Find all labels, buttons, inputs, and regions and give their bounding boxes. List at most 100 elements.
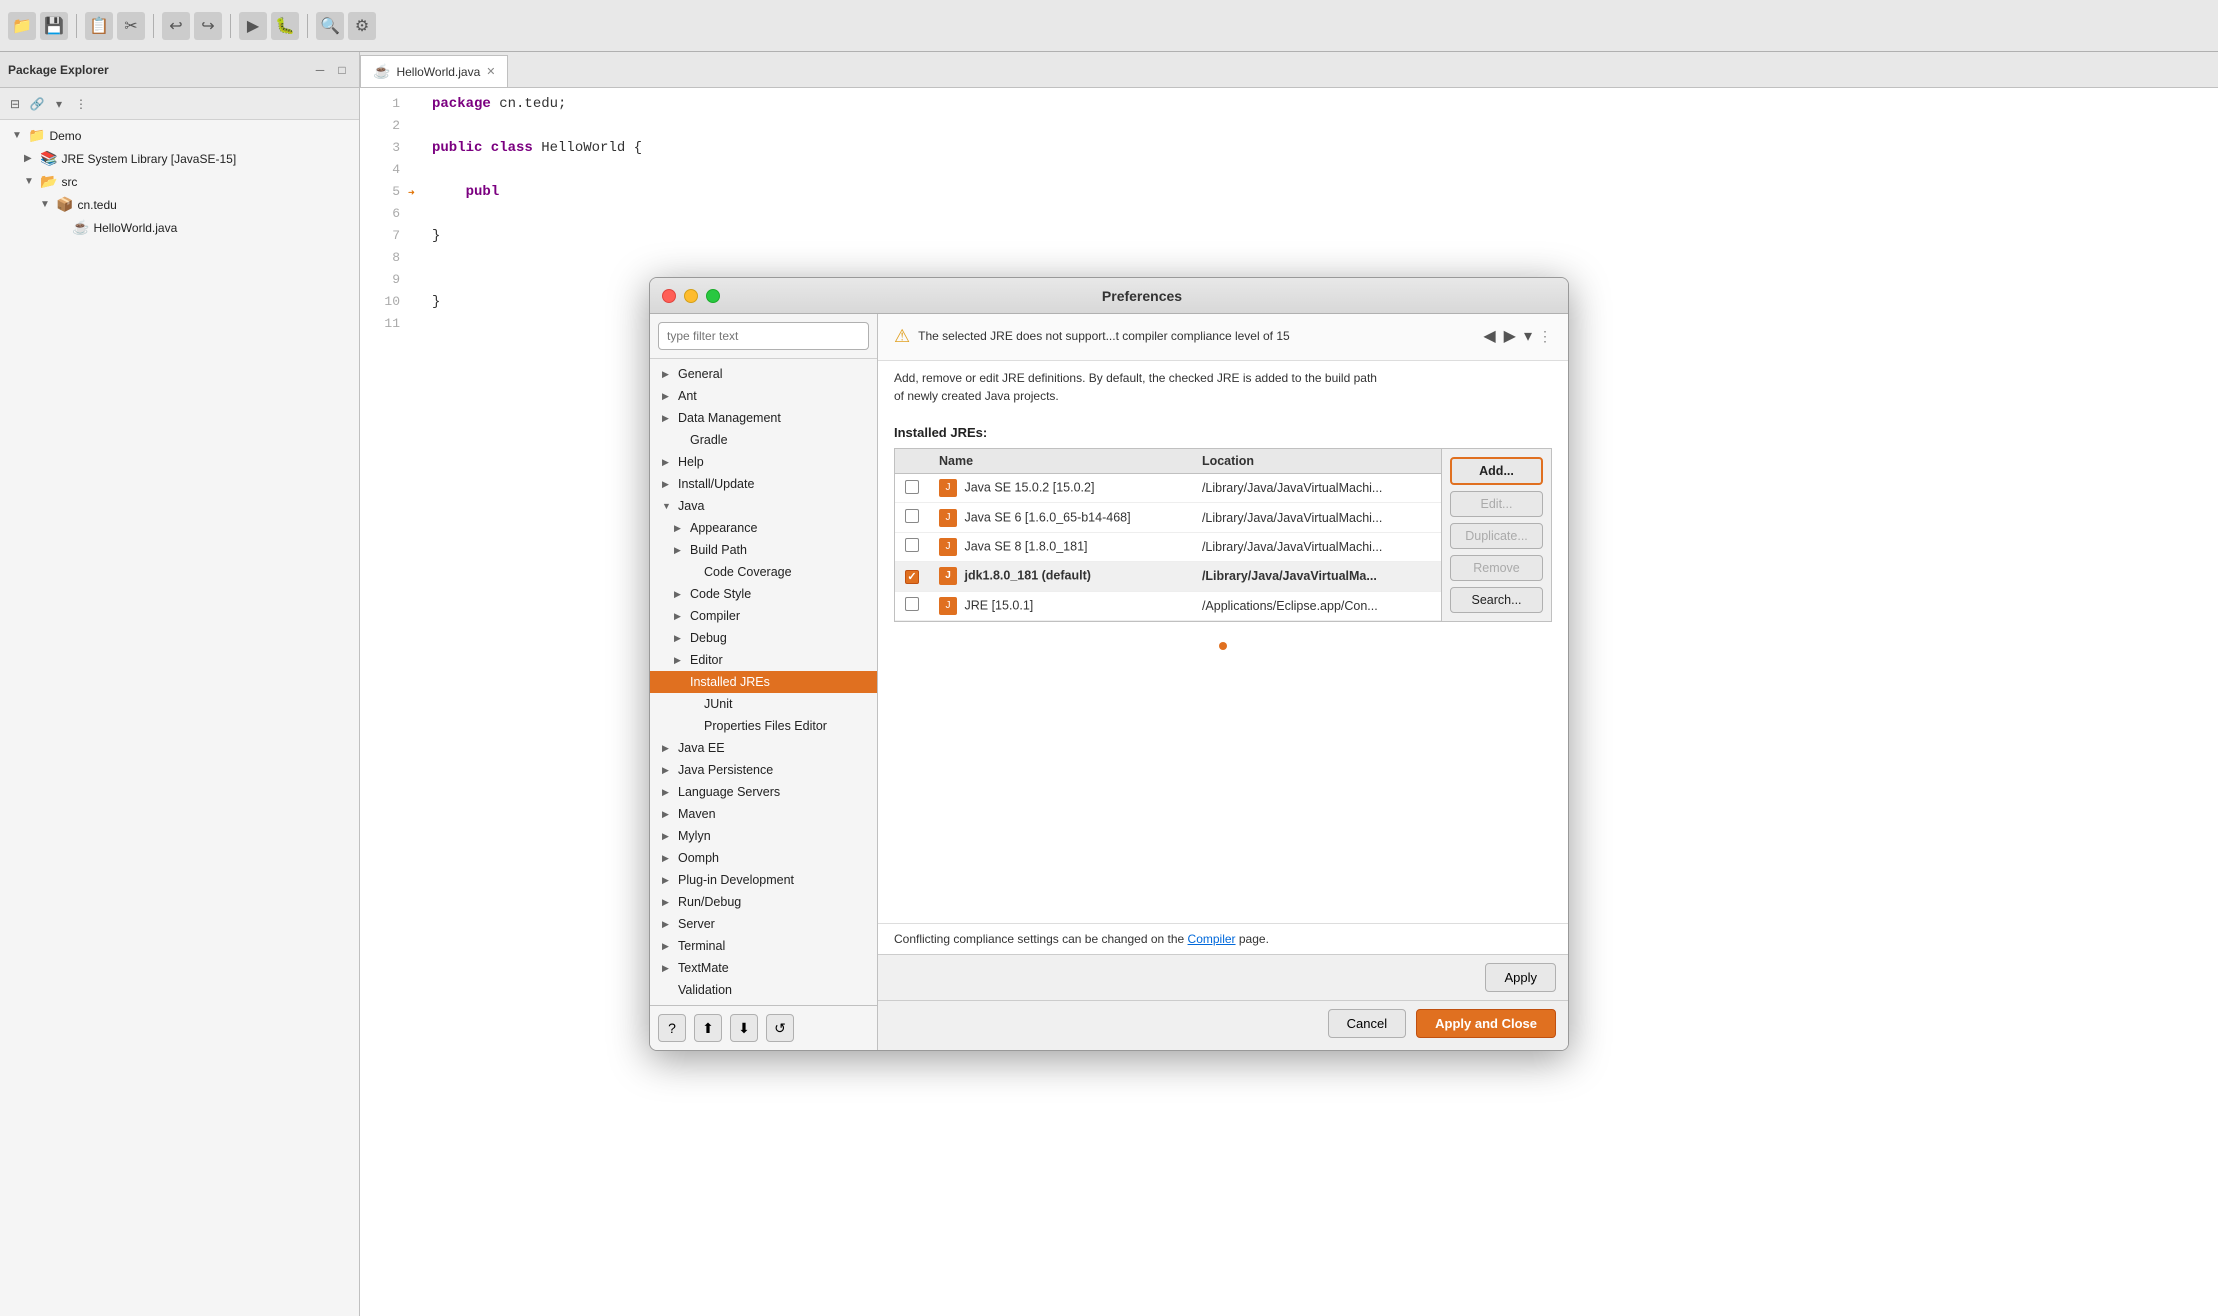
- nav-item-properties-files-editor[interactable]: Properties Files Editor: [650, 715, 877, 737]
- col-header-check: [895, 449, 929, 474]
- toolbar-icon-file[interactable]: 📁: [8, 12, 36, 40]
- nav-item-language-servers[interactable]: ▶ Language Servers: [650, 781, 877, 803]
- tree-item-src[interactable]: ▼ 📂 src: [0, 170, 359, 193]
- nav-item-java[interactable]: ▼ Java: [650, 495, 877, 517]
- nav-arrow-appearance: ▶: [674, 523, 686, 534]
- nav-item-mylyn[interactable]: ▶ Mylyn: [650, 825, 877, 847]
- duplicate-jre-button[interactable]: Duplicate...: [1450, 523, 1543, 549]
- toolbar-icon-run[interactable]: ▶: [239, 12, 267, 40]
- back-arrow-btn[interactable]: ◀: [1481, 324, 1497, 348]
- nav-arrow-server: ▶: [662, 919, 674, 930]
- toolbar-icon-redo[interactable]: ↪: [194, 12, 222, 40]
- editor-tab-close[interactable]: ✕: [486, 65, 495, 78]
- nav-item-debug[interactable]: ▶ Debug: [650, 627, 877, 649]
- apply-button[interactable]: Apply: [1485, 963, 1556, 992]
- more-icon[interactable]: ⋮: [72, 95, 90, 113]
- nav-item-install-update[interactable]: ▶ Install/Update: [650, 473, 877, 495]
- jre-row-4[interactable]: J JRE [15.0.1] /Applications/Eclipse.app…: [895, 591, 1441, 620]
- jre-check-2[interactable]: [895, 532, 929, 561]
- edit-jre-button[interactable]: Edit...: [1450, 491, 1543, 517]
- nav-item-terminal[interactable]: ▶ Terminal: [650, 935, 877, 957]
- minimize-button[interactable]: [684, 289, 698, 303]
- close-button[interactable]: [662, 289, 676, 303]
- toolbar-icon-debug[interactable]: 🐛: [271, 12, 299, 40]
- jre-row-3[interactable]: ✓ J jdk1.8.0_181 (default) /Library/Java…: [895, 562, 1441, 591]
- view-menu-icon[interactable]: ▾: [50, 95, 68, 113]
- more-arrow-btn[interactable]: ▾: [1522, 324, 1534, 348]
- checkbox-0[interactable]: [905, 480, 919, 494]
- nav-item-help[interactable]: ▶ Help: [650, 451, 877, 473]
- compiler-link[interactable]: Compiler: [1188, 932, 1236, 946]
- tree-item-jre[interactable]: ▶ 📚 JRE System Library [JavaSE-15]: [0, 147, 359, 170]
- editor-tab-helloworld[interactable]: ☕ HelloWorld.java ✕: [360, 55, 508, 87]
- tree-item-demo[interactable]: ▼ 📁 Demo: [0, 124, 359, 147]
- nav-search-input[interactable]: [658, 322, 869, 350]
- nav-item-editor[interactable]: ▶ Editor: [650, 649, 877, 671]
- cancel-button[interactable]: Cancel: [1328, 1009, 1406, 1038]
- checkbox-4[interactable]: [905, 597, 919, 611]
- code-line-6: 6: [360, 206, 2218, 228]
- nav-item-ant[interactable]: ▶ Ant: [650, 385, 877, 407]
- tree-item-package[interactable]: ▼ 📦 cn.tedu: [0, 193, 359, 216]
- nav-arrow-build-path: ▶: [674, 545, 686, 556]
- nav-arrow-language-servers: ▶: [662, 787, 674, 798]
- nav-item-build-path[interactable]: ▶ Build Path: [650, 539, 877, 561]
- maximize-icon[interactable]: □: [333, 61, 351, 79]
- nav-item-java-persistence[interactable]: ▶ Java Persistence: [650, 759, 877, 781]
- import-icon-btn[interactable]: ⬆: [694, 1014, 722, 1042]
- nav-item-junit[interactable]: JUnit: [650, 693, 877, 715]
- nav-item-validation[interactable]: Validation: [650, 979, 877, 1001]
- link-editor-icon[interactable]: 🔗: [28, 95, 46, 113]
- tree-item-helloworld[interactable]: ☕ HelloWorld.java: [0, 216, 359, 239]
- nav-item-appearance[interactable]: ▶ Appearance: [650, 517, 877, 539]
- code-line-2: 2: [360, 118, 2218, 140]
- jre-check-4[interactable]: [895, 591, 929, 620]
- checkbox-2[interactable]: [905, 538, 919, 552]
- nav-item-gradle[interactable]: Gradle: [650, 429, 877, 451]
- search-jre-button[interactable]: Search...: [1450, 587, 1543, 613]
- jre-row-1[interactable]: J Java SE 6 [1.6.0_65-b14-468] /Library/…: [895, 503, 1441, 532]
- nav-item-maven[interactable]: ▶ Maven: [650, 803, 877, 825]
- nav-item-run-debug[interactable]: ▶ Run/Debug: [650, 891, 877, 913]
- toolbar-icon-search[interactable]: 🔍: [316, 12, 344, 40]
- toolbar-icon-undo[interactable]: ↩: [162, 12, 190, 40]
- nav-item-code-coverage[interactable]: Code Coverage: [650, 561, 877, 583]
- nav-arrow-help: ▶: [662, 457, 674, 468]
- checkbox-1[interactable]: [905, 509, 919, 523]
- nav-item-server[interactable]: ▶ Server: [650, 913, 877, 935]
- nav-item-data-management[interactable]: ▶ Data Management: [650, 407, 877, 429]
- nav-item-code-style[interactable]: ▶ Code Style: [650, 583, 877, 605]
- nav-item-compiler[interactable]: ▶ Compiler: [650, 605, 877, 627]
- export-icon-btn[interactable]: ⬇: [730, 1014, 758, 1042]
- nav-item-installed-jres[interactable]: Installed JREs: [650, 671, 877, 693]
- toolbar-icon-settings[interactable]: ⚙: [348, 12, 376, 40]
- preferences-dialog[interactable]: Preferences ▶ General ▶ Ant: [649, 277, 1569, 1051]
- zoom-button[interactable]: [706, 289, 720, 303]
- nav-item-textmate[interactable]: ▶ TextMate: [650, 957, 877, 979]
- nav-item-oomph[interactable]: ▶ Oomph: [650, 847, 877, 869]
- minimize-icon[interactable]: ─: [311, 61, 329, 79]
- checkbox-3[interactable]: ✓: [905, 570, 919, 584]
- add-jre-button[interactable]: Add...: [1450, 457, 1543, 485]
- toolbar-icon-copy[interactable]: 📋: [85, 12, 113, 40]
- menu-dots[interactable]: ⋮: [1538, 328, 1552, 345]
- jre-row-2[interactable]: J Java SE 8 [1.8.0_181] /Library/Java/Ja…: [895, 532, 1441, 561]
- help-icon-btn[interactable]: ?: [658, 1014, 686, 1042]
- apply-close-button[interactable]: Apply and Close: [1416, 1009, 1556, 1038]
- jre-check-3[interactable]: ✓: [895, 562, 929, 591]
- nav-item-java-ee[interactable]: ▶ Java EE: [650, 737, 877, 759]
- nav-item-plugin-development[interactable]: ▶ Plug-in Development: [650, 869, 877, 891]
- toolbar-icon-save[interactable]: 💾: [40, 12, 68, 40]
- jre-row-0[interactable]: J Java SE 15.0.2 [15.0.2] /Library/Java/…: [895, 474, 1441, 503]
- java-file-icon: ☕: [72, 219, 89, 236]
- nav-item-general[interactable]: ▶ General: [650, 363, 877, 385]
- jre-check-0[interactable]: [895, 474, 929, 503]
- package-explorer-panel: Package Explorer ─ □ ⊟ 🔗 ▾ ⋮ ▼ 📁 Demo ▶ …: [0, 52, 360, 1316]
- restore-icon-btn[interactable]: ↺: [766, 1014, 794, 1042]
- jre-check-1[interactable]: [895, 503, 929, 532]
- collapse-all-icon[interactable]: ⊟: [6, 95, 24, 113]
- forward-arrow-btn[interactable]: ▶: [1502, 324, 1518, 348]
- remove-jre-button[interactable]: Remove: [1450, 555, 1543, 581]
- panel-header-icons: ─ □: [311, 61, 351, 79]
- toolbar-icon-cut[interactable]: ✂: [117, 12, 145, 40]
